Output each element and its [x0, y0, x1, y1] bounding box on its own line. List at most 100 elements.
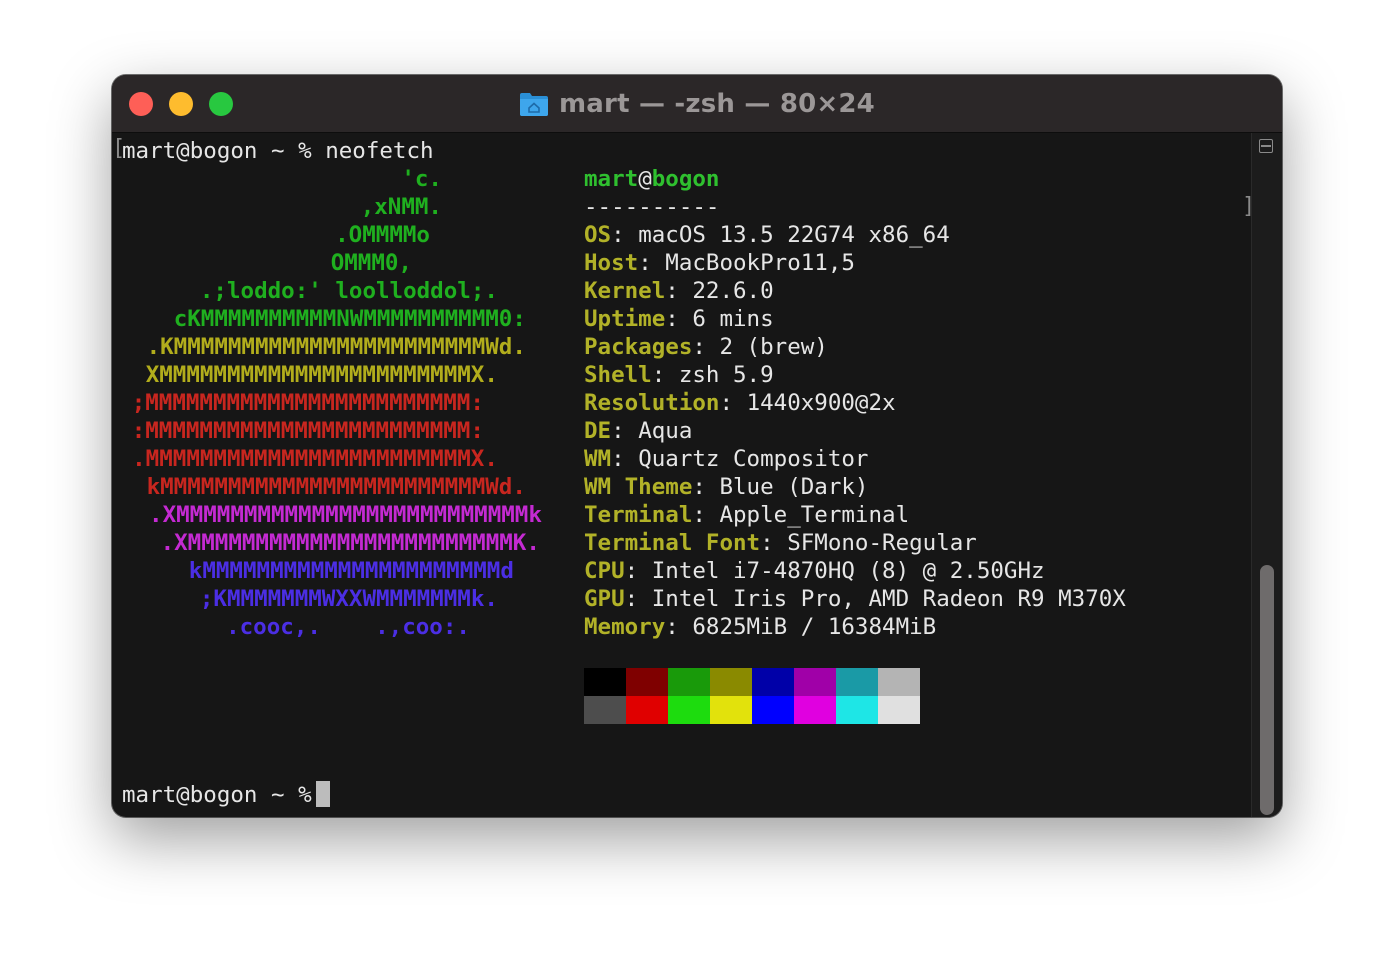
info-colon: : [692, 334, 720, 360]
color-swatch [626, 696, 668, 724]
color-swatch [626, 668, 668, 696]
info-colon: : [665, 306, 693, 332]
info-colon: : [665, 278, 693, 304]
info-row: Kernel: 22.6.0 [584, 277, 774, 305]
terminal-window: mart — -zsh — 80×24 [ mart@bogon ~ % neo… [112, 75, 1282, 817]
info-label: WM Theme [584, 474, 693, 500]
color-swatch [668, 668, 710, 696]
info-row: Uptime: 6 mins [584, 305, 774, 333]
logo-line: 'c. [401, 166, 442, 192]
logo-line: .cooc,. .,coo:. [226, 614, 470, 640]
header-host: bogon [651, 166, 720, 192]
logo-line: kMMMMMMMMMMMMMMMMMMMMMMMMWd. [146, 474, 526, 500]
split-pane-icon[interactable] [1259, 139, 1273, 153]
info-value: Aqua [638, 418, 693, 444]
color-swatch [710, 696, 752, 724]
header-separator: ---------- [584, 194, 720, 220]
window-title-text: mart — -zsh — 80×24 [559, 89, 875, 119]
info-colon: : [692, 474, 720, 500]
info-colon: : [611, 418, 639, 444]
info-value: Blue (Dark) [719, 474, 869, 500]
title-bar[interactable]: mart — -zsh — 80×24 [112, 75, 1282, 133]
info-row: Memory: 6825MiB / 16384MiB [584, 613, 936, 641]
header-user: mart [584, 166, 639, 192]
color-palette [584, 668, 920, 724]
logo-line: ;KMMMMMMMWXXWMMMMMMMk. [199, 586, 498, 612]
info-colon: : [624, 586, 652, 612]
info-value: Intel Iris Pro, AMD Radeon R9 M370X [651, 586, 1126, 612]
logo-line: kMMMMMMMMMMMMMMMMMMMMMMd [188, 558, 514, 584]
info-colon: : [638, 250, 666, 276]
logo-line: cKMMMMMMMMMMNWMMMMMMMMMM0: [173, 306, 526, 332]
info-value: Apple_Terminal [719, 502, 910, 528]
info-row: Resolution: 1440x900@2x [584, 389, 896, 417]
info-value: Quartz Compositor [638, 446, 869, 472]
info-label: Shell [584, 362, 652, 388]
scrollbar-handle[interactable] [1260, 565, 1274, 815]
info-label: Uptime [584, 306, 666, 332]
color-swatch [710, 668, 752, 696]
color-swatch [794, 696, 836, 724]
info-row: OS: macOS 13.5 22G74 x86_64 [584, 221, 950, 249]
info-colon: : [651, 362, 679, 388]
logo-line: .KMMMMMMMMMMMMMMMMMMMMMMMWd. [146, 334, 526, 360]
info-value: 6825MiB / 16384MiB [692, 614, 937, 640]
info-row: WM: Quartz Compositor [584, 445, 868, 473]
color-swatch [752, 668, 794, 696]
info-colon: : [665, 614, 693, 640]
info-value: 2 (brew) [719, 334, 828, 360]
logo-line: .XMMMMMMMMMMMMMMMMMMMMMMMMMMk [149, 502, 542, 528]
color-swatch [878, 668, 920, 696]
logo-line: ,xNMM. [360, 194, 442, 220]
logo-line: .OMMMMo [335, 222, 430, 248]
info-row: WM Theme: Blue (Dark) [584, 473, 868, 501]
info-colon: : [624, 558, 652, 584]
info-row: Terminal Font: SFMono-Regular [584, 529, 977, 557]
info-row: Terminal: Apple_Terminal [584, 501, 909, 529]
logo-line: OMMM0, [330, 250, 412, 276]
info-label: Terminal Font [584, 530, 761, 556]
color-swatch [752, 696, 794, 724]
info-label: Host [584, 250, 639, 276]
info-label: GPU [584, 586, 625, 612]
info-label: Terminal [584, 502, 693, 528]
prompt-line[interactable]: mart@bogon ~ % [122, 781, 330, 809]
info-label: Kernel [584, 278, 666, 304]
window-title: mart — -zsh — 80×24 [112, 89, 1282, 119]
info-label: WM [584, 446, 612, 472]
home-folder-icon [520, 93, 549, 116]
info-row: GPU: Intel Iris Pro, AMD Radeon R9 M370X [584, 585, 1126, 613]
info-label: DE [584, 418, 612, 444]
neofetch-header: mart@bogon [584, 165, 719, 193]
info-row: Shell: zsh 5.9 [584, 361, 774, 389]
color-swatch [668, 696, 710, 724]
info-row: Host: MacBookPro11,5 [584, 249, 855, 277]
info-row: Packages: 2 (brew) [584, 333, 828, 361]
text-cursor [315, 781, 330, 807]
info-value: 6 mins [692, 306, 774, 332]
logo-line: .;loddo:' loolloddol;. [199, 278, 498, 304]
info-label: Resolution [584, 390, 720, 416]
logo-line: .MMMMMMMMMMMMMMMMMMMMMMMMX. [132, 446, 498, 472]
command-line: mart@bogon ~ % neofetch [122, 138, 434, 164]
info-row: DE: Aqua [584, 417, 692, 445]
info-value: macOS 13.5 22G74 x86_64 [638, 222, 950, 248]
color-swatch [836, 668, 878, 696]
prompt-text: mart@bogon ~ % [122, 782, 312, 808]
info-value: Intel i7-4870HQ (8) @ 2.50GHz [651, 558, 1045, 584]
info-colon: : [611, 446, 639, 472]
info-colon: : [760, 530, 788, 556]
info-colon: : [719, 390, 747, 416]
info-value: MacBookPro11,5 [665, 250, 855, 276]
logo-line: :MMMMMMMMMMMMMMMMMMMMMMMM: [131, 418, 484, 444]
header-at: @ [638, 166, 652, 192]
scrollbar-track[interactable] [1251, 133, 1282, 817]
color-swatch [836, 696, 878, 724]
color-swatch [584, 668, 626, 696]
logo-line: ;MMMMMMMMMMMMMMMMMMMMMMMM: [131, 390, 484, 416]
info-value: 1440x900@2x [746, 390, 896, 416]
info-row: CPU: Intel i7-4870HQ (8) @ 2.50GHz [584, 557, 1045, 585]
info-colon: : [692, 502, 720, 528]
terminal-content[interactable]: [ mart@bogon ~ % neofetch 'c. ,xNMM. .OMMM… [112, 133, 1255, 817]
info-value: SFMono-Regular [787, 530, 977, 556]
